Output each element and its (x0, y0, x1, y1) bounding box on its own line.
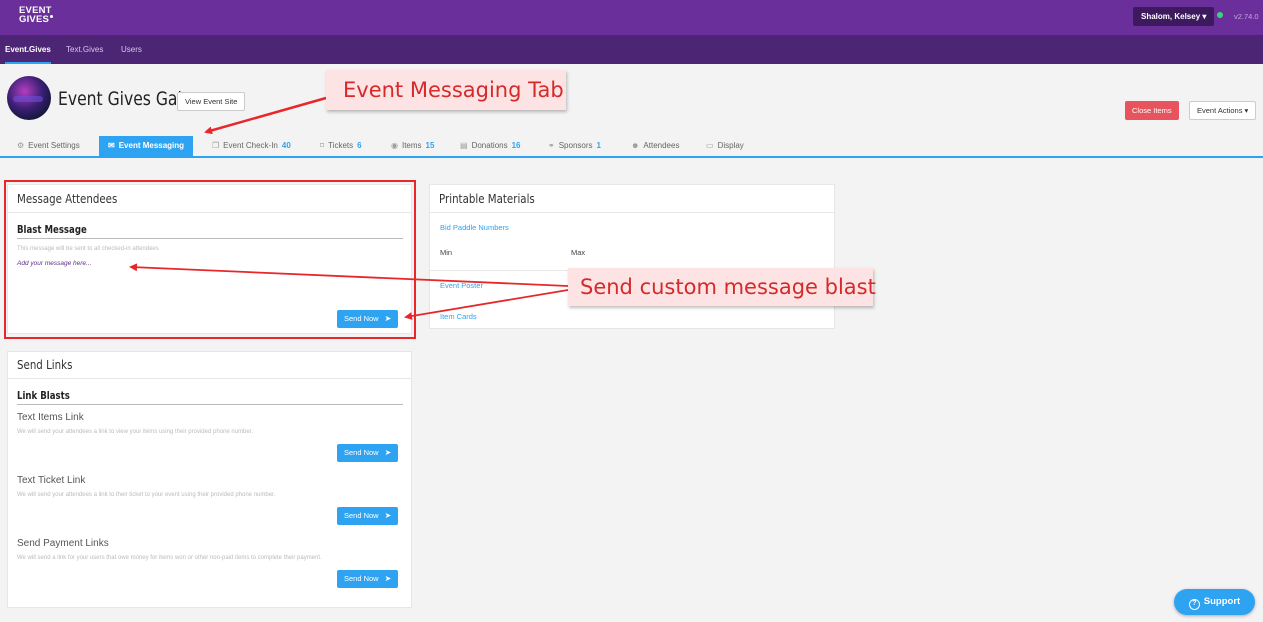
tab-count: 16 (511, 141, 521, 150)
paper-plane-icon: ➤ (384, 448, 392, 457)
bid-paddle-numbers-link[interactable]: Bid Paddle Numbers (440, 223, 509, 232)
monitor-icon: ▭ (706, 141, 714, 150)
section-underline (17, 404, 403, 405)
view-event-site-button[interactable]: View Event Site (177, 92, 246, 111)
send-payment-links-button[interactable]: Send Now ➤ (337, 570, 399, 588)
envelope-icon: ✉ (108, 141, 115, 150)
paper-plane-icon: ➤ (384, 511, 392, 520)
app-nav: Event.Gives Text.Gives Users (0, 35, 1263, 64)
event-tabs: ⚙ Event Settings ✉ Event Messaging ❐ Event … (0, 136, 1263, 158)
tag-icon: ⌑ (320, 141, 325, 150)
tab-count: 6 (357, 141, 362, 150)
tab-display[interactable]: ▭ Display (706, 136, 744, 156)
panel-title: Send Links (17, 357, 73, 372)
document-icon: ▤ (460, 141, 468, 150)
gear-icon: ⚙ (17, 141, 25, 150)
app-version: v2.74.0 (1234, 12, 1259, 21)
tab-count: 40 (281, 141, 291, 150)
paper-plane-icon: ➤ (384, 574, 392, 583)
tab-label: Items (401, 141, 422, 150)
event-actions-dropdown[interactable]: Event Actions ▾ (1189, 101, 1257, 120)
appnav-text-gives[interactable]: Text.Gives (66, 35, 103, 64)
tab-label: Display (717, 141, 744, 150)
tab-count: 15 (425, 141, 435, 150)
tab-sponsors[interactable]: ⚭ Sponsors 1 (548, 136, 601, 156)
send-payment-links-hint: We will send a link for your users that … (17, 555, 322, 561)
event-messaging-tab-callout: Event Messaging Tab (326, 70, 566, 110)
event-poster-link[interactable]: Event Poster (440, 281, 483, 290)
send-links-panel: Send Links Link Blasts Text Items Link W… (7, 351, 412, 608)
tab-label: Attendees (643, 141, 680, 150)
tab-label: Event Messaging (118, 141, 185, 150)
tab-items[interactable]: ◉ Items 15 (391, 136, 434, 156)
top-bar: EVENT GIVES Shalom, Kelsey ▾ v2.74.0 (0, 0, 1263, 35)
tab-label: Sponsors (558, 141, 593, 150)
send-label: Send Now (344, 511, 379, 520)
tab-tickets[interactable]: ⌑ Tickets 6 (320, 136, 362, 156)
user-menu-button[interactable]: Shalom, Kelsey ▾ (1133, 7, 1215, 26)
logo-dot-icon (50, 15, 54, 18)
tab-event-settings[interactable]: ⚙ Event Settings (17, 136, 80, 156)
text-ticket-link-hint: We will send your attendees a link to th… (17, 492, 276, 498)
tab-count: 1 (596, 141, 601, 150)
panel-title: Printable Materials (439, 191, 535, 206)
text-items-link-title: Text Items Link (17, 412, 84, 423)
tab-event-check-in[interactable]: ❐ Event Check-In 40 (212, 136, 291, 156)
min-label: Min (440, 248, 453, 257)
handshake-icon: ⚭ (548, 141, 555, 150)
tab-attendees[interactable]: ☻ Attendees (631, 136, 679, 156)
users-icon: ☻ (631, 141, 640, 150)
logo-line-2: GIVES (19, 14, 50, 25)
panel-divider (8, 378, 411, 379)
send-payment-links-title: Send Payment Links (17, 538, 109, 549)
close-items-button[interactable]: Close Items (1125, 101, 1179, 120)
tab-donations[interactable]: ▤ Donations 16 (460, 136, 521, 156)
event-gives-logo[interactable]: EVENT GIVES (19, 6, 54, 25)
question-icon: ? (1188, 599, 1200, 610)
send-label: Send Now (344, 448, 379, 457)
tab-label: Event Check-In (223, 141, 278, 150)
support-button[interactable]: ? Support (1174, 589, 1255, 615)
appnav-event-gives[interactable]: Event.Gives (5, 35, 51, 64)
support-label: Support (1203, 596, 1241, 607)
event-title: Event Gives Gala (58, 88, 192, 110)
online-status-icon (1217, 12, 1223, 18)
tab-label: Tickets (328, 141, 354, 150)
copy-icon: ❐ (212, 141, 220, 150)
send-items-link-button[interactable]: Send Now ➤ (337, 444, 399, 462)
send-ticket-link-button[interactable]: Send Now ➤ (337, 507, 399, 525)
appnav-users[interactable]: Users (121, 35, 142, 64)
text-items-link-hint: We will send your attendees a link to vi… (17, 429, 254, 435)
tab-label: Event Settings (28, 141, 80, 150)
eye-icon: ◉ (391, 141, 398, 150)
send-label: Send Now (344, 574, 379, 583)
max-label: Max (571, 248, 586, 257)
item-cards-link[interactable]: Item Cards (440, 312, 477, 321)
send-custom-blast-callout: Send custom message blast (568, 268, 876, 306)
section-title: Link Blasts (17, 389, 70, 402)
annotation-highlight-box (4, 180, 416, 339)
tab-label: Donations (471, 141, 508, 150)
printable-materials-panel: Printable Materials Bid Paddle Numbers M… (429, 184, 835, 329)
event-avatar (7, 76, 51, 120)
tab-event-messaging[interactable]: ✉ Event Messaging (99, 136, 194, 156)
panel-divider (430, 212, 834, 213)
text-ticket-link-title: Text Ticket Link (17, 475, 86, 486)
